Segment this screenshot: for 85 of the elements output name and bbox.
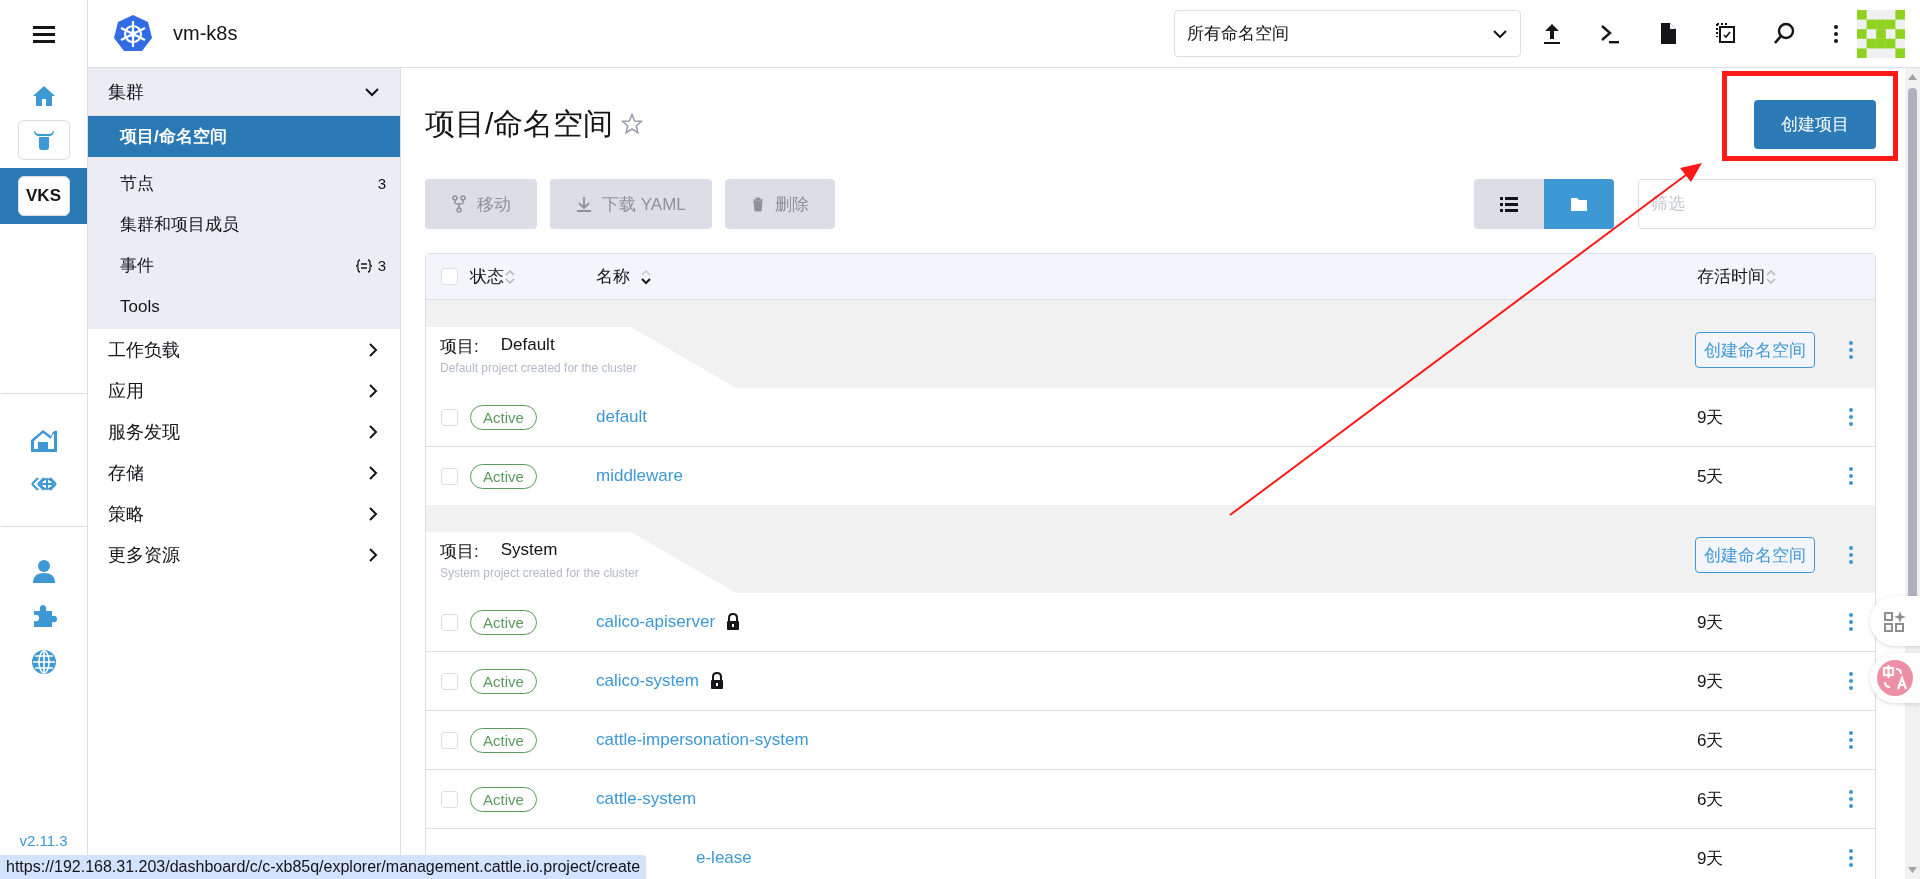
project-name: System: [500, 540, 558, 561]
group-label: 项目:: [440, 336, 479, 358]
column-header[interactable]: 状态: [470, 265, 504, 288]
braces-icon: [355, 257, 372, 274]
nav-item-label: 项目/命名空间: [120, 126, 227, 148]
nav-group[interactable]: 工作负载: [88, 329, 400, 370]
row-checkbox[interactable]: [440, 408, 458, 426]
nav-item-label: 事件: [120, 255, 154, 277]
copy-icon[interactable]: [1715, 21, 1737, 46]
chevron-right-icon: [366, 382, 380, 399]
floating-tools-button[interactable]: [1870, 596, 1920, 646]
search-icon[interactable]: [1773, 21, 1797, 46]
age-cell-text: 6天: [1697, 788, 1725, 811]
nav-group-label: 更多资源: [108, 543, 180, 567]
nav-group[interactable]: 存储: [88, 452, 400, 493]
row-checkbox[interactable]: [440, 731, 458, 749]
nav-item[interactable]: 节点 3: [88, 163, 400, 204]
filter-field[interactable]: 筛选: [1638, 179, 1876, 229]
item-count: 3: [377, 175, 386, 192]
fork-icon: [451, 195, 467, 213]
namespace-dropdown[interactable]: 所有命名空间: [1174, 10, 1521, 57]
wheel-logo-icon: [113, 13, 153, 54]
chevron-right-icon: [366, 546, 380, 563]
user-icon[interactable]: [31, 559, 56, 583]
cluster-button[interactable]: VKS: [17, 176, 70, 216]
row-checkbox[interactable]: [440, 613, 458, 631]
status-url: https://192.168.31.203/dashboard/c/c-xb85q/explorer/management.cattle.io.project/create: [0, 855, 647, 879]
column-header[interactable]: 存活时间: [1697, 265, 1765, 288]
column-header[interactable]: 名称: [596, 265, 630, 288]
age-cell-text: 9天: [1697, 847, 1725, 870]
row-checkbox[interactable]: [440, 672, 458, 690]
folder-icon: [1570, 195, 1588, 213]
home-icon[interactable]: [31, 84, 56, 108]
nav-item-label: Tools: [120, 296, 160, 317]
chevron-right-icon: [366, 341, 380, 358]
age-cell-text: 9天: [1697, 406, 1725, 429]
project-description: Default project created for the cluster: [440, 361, 638, 375]
chevron-right-icon: [366, 423, 380, 440]
page-title: 项目/命名空间: [425, 105, 614, 142]
menu-icon[interactable]: [32, 24, 55, 44]
age-cell-text: 9天: [1697, 611, 1725, 634]
create-project-button[interactable]: 创建项目: [1754, 99, 1876, 149]
nav-group-label: 服务发现: [108, 420, 180, 444]
nav-item-label: 集群和项目成员: [120, 214, 239, 236]
globe-icon[interactable]: [30, 649, 57, 675]
chevron-right-icon: [366, 464, 380, 481]
nav-group-label: 集群: [108, 80, 144, 104]
age-cell-text: 6天: [1697, 729, 1725, 752]
download-icon: [576, 196, 592, 212]
item-count: 3: [377, 257, 386, 274]
project-description: System project created for the cluster: [440, 566, 640, 580]
nav-group-label: 应用: [108, 379, 144, 403]
nav-item[interactable]: 事件 3: [88, 245, 400, 286]
nav-group-label: 策略: [108, 502, 144, 526]
nav-group-label: 存储: [108, 461, 144, 485]
project-name: Default: [500, 335, 555, 356]
nav-group[interactable]: 集群: [88, 68, 400, 116]
more-icon[interactable]: [1833, 23, 1839, 44]
star-icon[interactable]: [621, 113, 644, 135]
nav-item-label: 节点: [120, 173, 154, 195]
cluster-name: vm-k8s: [173, 22, 239, 45]
row-checkbox[interactable]: [440, 467, 458, 485]
cluster-button[interactable]: [17, 120, 70, 160]
nav-group[interactable]: 更多资源: [88, 534, 400, 575]
translate-button[interactable]: [1870, 653, 1920, 703]
group-label: 项目:: [440, 541, 479, 563]
nav-item[interactable]: 集群和项目成员: [88, 204, 400, 245]
list-view-button[interactable]: [1474, 179, 1544, 229]
avatar-icon[interactable]: [1857, 9, 1905, 58]
row-checkbox[interactable]: [440, 790, 458, 808]
nav-group[interactable]: 策略: [88, 493, 400, 534]
nav-group-label: 工作负载: [108, 338, 180, 362]
age-cell-text: 5天: [1697, 465, 1725, 488]
nav-item[interactable]: 项目/命名空间: [88, 116, 400, 157]
upload-icon[interactable]: [1541, 21, 1563, 46]
trash-icon: [750, 196, 765, 212]
nav-item[interactable]: Tools: [88, 286, 400, 327]
apps-icon: [1883, 610, 1907, 632]
nav-group[interactable]: 服务发现: [88, 411, 400, 452]
list-icon: [1500, 195, 1518, 213]
select-all-checkbox[interactable]: [440, 268, 458, 285]
nav-group[interactable]: 应用: [88, 370, 400, 411]
translate-icon: [1877, 660, 1913, 696]
age-cell-text: 9天: [1697, 670, 1725, 693]
chevron-right-icon: [366, 505, 380, 522]
